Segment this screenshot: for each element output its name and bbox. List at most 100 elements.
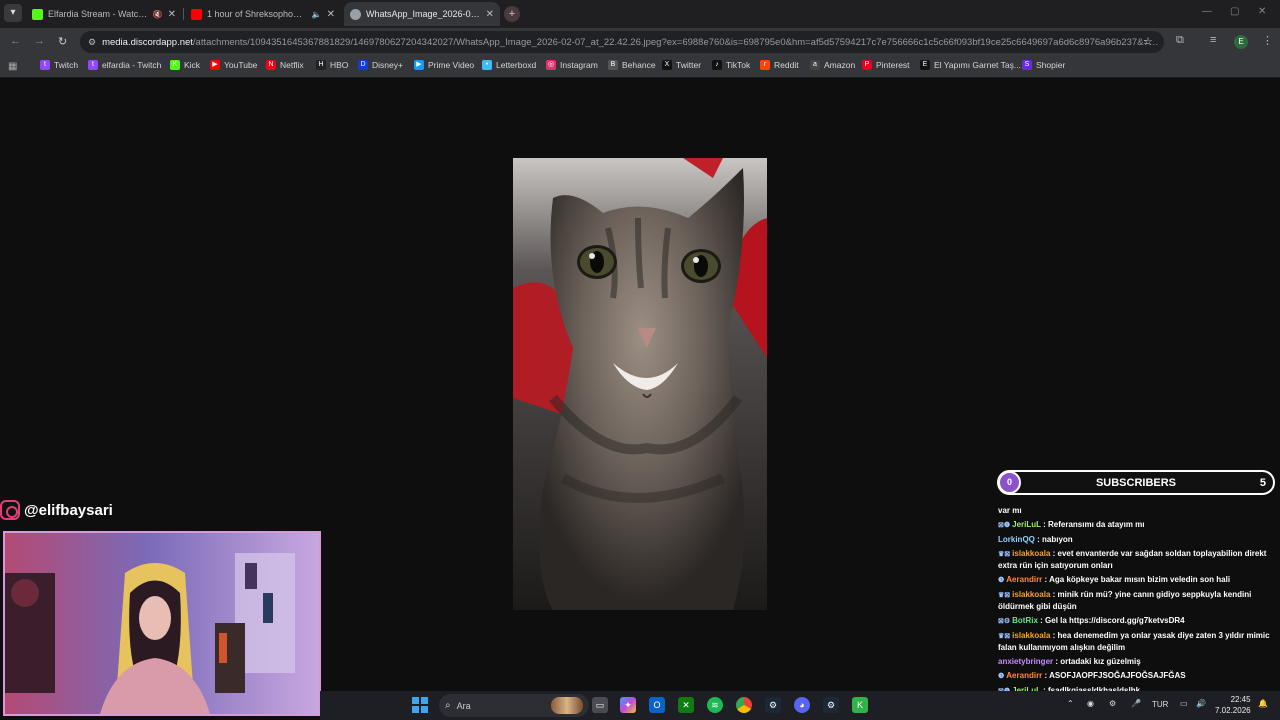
tab-whatsapp-image[interactable]: WhatsApp_Image_2026-02-07_at_22.42.26.jp…: [344, 2, 500, 26]
network-icon[interactable]: ▭: [1180, 699, 1188, 708]
bookmark-favicon-icon: N: [266, 60, 276, 70]
bookmark-item[interactable]: ◎ Instagram: [546, 60, 598, 70]
steam-2-icon[interactable]: ⚙: [823, 697, 839, 713]
back-icon[interactable]: ←: [10, 35, 21, 47]
kick-favicon-icon: [32, 8, 43, 20]
tab-bar: ▾ Elfardia Stream - Watch Live 🔇 ✕ 1 hou…: [0, 0, 1280, 28]
chat-username: BotRix: [1012, 616, 1038, 625]
tray-steam-icon[interactable]: ⚙: [1109, 699, 1116, 708]
menu-kebab-icon[interactable]: ⋮: [1262, 34, 1273, 47]
task-view-icon[interactable]: ▭: [592, 697, 608, 713]
chat-message: LorkinQQ : nabıyon: [998, 534, 1278, 545]
bookmark-item[interactable]: D Disney+: [358, 60, 403, 70]
bookmark-label: Twitter: [676, 60, 702, 70]
tab-media-icon[interactable]: ≡: [1210, 34, 1216, 46]
windows-start-icon[interactable]: [412, 697, 428, 713]
bookmark-item[interactable]: ♪ TikTok: [712, 60, 750, 70]
chat-text: ortadaki kız güzelmiş: [1060, 657, 1141, 666]
tray-overflow-icon[interactable]: ⌃: [1067, 699, 1074, 708]
chat-username: Aerandirr: [1006, 575, 1043, 584]
volume-icon[interactable]: 🔊: [1196, 699, 1206, 708]
new-tab-button[interactable]: +: [504, 6, 520, 22]
chat-text: Aga köpkeye bakar mısın bizim veledin so…: [1049, 575, 1231, 584]
maximize-icon[interactable]: ▢: [1230, 6, 1239, 17]
language-indicator[interactable]: TUR: [1152, 700, 1168, 709]
apps-grid-icon[interactable]: ▦: [8, 61, 17, 72]
bookmark-item[interactable]: N Netflix: [266, 60, 304, 70]
bookmark-label: Behance: [622, 60, 656, 70]
chat-badge-icon: ⊠❶: [998, 522, 1011, 529]
microphone-icon[interactable]: 🎤: [1131, 699, 1141, 708]
chat-badge-icon: ♛⊠: [998, 551, 1011, 558]
bookmark-item[interactable]: a Amazon: [810, 60, 855, 70]
url-path: /attachments/1094351645367881829/1469780…: [192, 36, 1164, 48]
site-info-icon[interactable]: ⚙: [88, 37, 96, 48]
chat-badge-icon: ⊠⚙: [998, 618, 1011, 625]
chat-text: Gel la https://discord.gg/g7ketvsDR4: [1045, 616, 1185, 625]
youtube-favicon-icon: [191, 8, 202, 20]
copilot-icon[interactable]: ✦: [620, 697, 636, 713]
bookmark-item[interactable]: • Letterboxd: [482, 60, 536, 70]
chat-username: Aerandirr: [1006, 671, 1043, 680]
xbox-icon[interactable]: ✕: [678, 697, 694, 713]
chat-separator: :: [1037, 616, 1046, 625]
chat-separator: :: [1050, 590, 1058, 599]
cat-photo[interactable]: [513, 158, 767, 610]
profile-avatar[interactable]: E: [1234, 35, 1248, 49]
taskbar-search[interactable]: ⌕ Ara: [439, 694, 589, 717]
bookmark-item[interactable]: E El Yapımı Garnet Taş...: [920, 60, 1021, 70]
minimize-icon[interactable]: —: [1202, 6, 1212, 17]
bookmark-item[interactable]: X Twitter: [662, 60, 701, 70]
tray-app-icon[interactable]: ◉: [1087, 699, 1094, 708]
bookmark-favicon-icon: ♪: [712, 60, 722, 70]
reload-icon[interactable]: ↻: [58, 35, 67, 48]
bookmark-favicon-icon: X: [662, 60, 672, 70]
bookmark-item[interactable]: ▶ Prime Video: [414, 60, 474, 70]
spotify-icon[interactable]: ≋: [707, 697, 723, 713]
close-window-icon[interactable]: ✕: [1258, 6, 1266, 17]
forward-icon[interactable]: →: [34, 35, 45, 47]
outlook-icon[interactable]: O: [649, 697, 665, 713]
address-bar[interactable]: ⚙ media.discordapp.net /attachments/1094…: [80, 31, 1164, 53]
chat-username: islakkoala: [1012, 549, 1051, 558]
instagram-handle: @elifbaysari: [0, 500, 113, 520]
discord-icon[interactable]: ◕: [794, 697, 810, 713]
tab-title: Elfardia Stream - Watch Live: [48, 9, 148, 19]
bookmark-favicon-icon: D: [358, 60, 368, 70]
bookmark-star-icon[interactable]: ☆: [1143, 35, 1153, 48]
bookmark-item[interactable]: ▶ YouTube: [210, 60, 257, 70]
bookmark-item[interactable]: r Reddit: [760, 60, 799, 70]
close-tab-icon[interactable]: ✕: [327, 9, 335, 20]
bookmark-label: Instagram: [560, 60, 598, 70]
chat-message: ⊠❶ JeriLuL : Referansımı da atayım mı: [998, 519, 1278, 531]
bookmark-item[interactable]: H HBO: [316, 60, 348, 70]
tab-elfardia-stream[interactable]: Elfardia Stream - Watch Live 🔇 ✕: [26, 2, 182, 26]
bookmark-label: Reddit: [774, 60, 799, 70]
instagram-icon: [0, 500, 20, 520]
bookmark-label: Disney+: [372, 60, 403, 70]
chat-separator: :: [1050, 631, 1058, 640]
bookmark-favicon-icon: a: [810, 60, 820, 70]
clock[interactable]: 22:45 7.02.2026: [1215, 694, 1251, 716]
bookmark-item[interactable]: P Pinterest: [862, 60, 910, 70]
bookmark-item[interactable]: t elfardia - Twitch: [88, 60, 161, 70]
muted-speaker-icon[interactable]: 🔇: [153, 10, 163, 19]
close-tab-icon[interactable]: ✕: [486, 9, 494, 20]
notification-icon[interactable]: 🔔: [1258, 699, 1268, 708]
chat-badge-icon: ♛⊠: [998, 633, 1011, 640]
bookmark-item[interactable]: S Shopier: [1022, 60, 1065, 70]
kick-app-icon[interactable]: K: [852, 697, 868, 713]
bookmark-label: El Yapımı Garnet Taş...: [934, 60, 1021, 70]
tab-shreksophone[interactable]: 1 hour of Shreksophone - YouTube 🔈 ✕: [185, 2, 341, 26]
extensions-icon[interactable]: ⧉: [1176, 34, 1184, 47]
bookmark-item[interactable]: B Behance: [608, 60, 656, 70]
close-tab-icon[interactable]: ✕: [168, 9, 176, 20]
steam-icon[interactable]: ⚙: [765, 697, 781, 713]
chrome-icon[interactable]: [736, 697, 752, 713]
bookmark-item[interactable]: t Twitch: [40, 60, 78, 70]
speaker-icon[interactable]: 🔈: [312, 10, 322, 19]
tab-search-button[interactable]: ▾: [4, 4, 22, 22]
bookmark-label: HBO: [330, 60, 349, 70]
chat-text: nabıyon: [1042, 535, 1073, 544]
bookmark-item[interactable]: K Kick: [170, 60, 200, 70]
